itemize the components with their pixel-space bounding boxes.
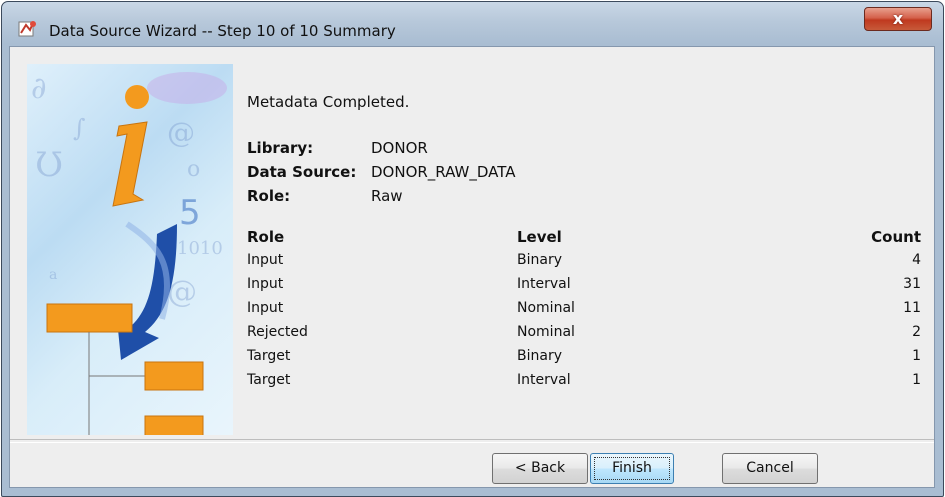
svg-text:∂: ∂: [31, 71, 47, 106]
cell-count: 4: [912, 252, 921, 268]
library-label: Library:: [247, 139, 314, 157]
cell-count: 31: [903, 276, 921, 292]
finish-button[interactable]: Finish: [590, 453, 674, 484]
svg-text:o: o: [187, 157, 200, 182]
role-value: Raw: [371, 187, 403, 205]
cell-count: 1: [912, 348, 921, 364]
cell-count: 11: [903, 300, 921, 316]
button-separator: [10, 439, 934, 443]
svg-text:a: a: [49, 267, 57, 283]
svg-text:∫: ∫: [73, 114, 86, 142]
window-title: Data Source Wizard -- Step 10 of 10 Summ…: [49, 22, 396, 40]
cell-role: Input: [247, 276, 284, 292]
app-icon: [18, 21, 36, 37]
svg-text:1010: 1010: [177, 238, 223, 259]
cell-role: Rejected: [247, 324, 308, 340]
cell-level: Nominal: [517, 300, 575, 316]
svg-text:5: 5: [179, 193, 201, 233]
cancel-button-label: Cancel: [746, 460, 794, 476]
library-value: DONOR: [371, 139, 428, 157]
cell-role: Input: [247, 300, 284, 316]
cell-level: Nominal: [517, 324, 575, 340]
cell-level: Interval: [517, 276, 571, 292]
info-graphic: ∂ ∫ @ Ʊ o 1010 @ a 5: [31, 71, 227, 435]
back-button-label: < Back: [514, 460, 566, 476]
cell-role: Target: [247, 372, 291, 388]
summary-heading: Metadata Completed.: [247, 93, 410, 111]
cell-role: Input: [247, 252, 284, 268]
wizard-body: ∂ ∫ @ Ʊ o 1010 @ a 5 Metadata Completed.…: [9, 46, 935, 488]
svg-text:@: @: [167, 116, 195, 149]
cell-role: Target: [247, 348, 291, 364]
wizard-window: Data Source Wizard -- Step 10 of 10 Summ…: [1, 1, 944, 497]
column-header-count: Count: [871, 228, 921, 246]
wizard-illustration: ∂ ∫ @ Ʊ o 1010 @ a 5: [27, 64, 233, 435]
close-icon: x: [892, 9, 904, 28]
column-header-level: Level: [517, 228, 562, 246]
role-label: Role:: [247, 187, 291, 205]
svg-text:Ʊ: Ʊ: [35, 145, 63, 185]
column-header-role: Role: [247, 228, 285, 246]
data-source-value: DONOR_RAW_DATA: [371, 163, 516, 181]
cell-level: Interval: [517, 372, 571, 388]
back-button[interactable]: < Back: [492, 453, 588, 484]
cell-level: Binary: [517, 348, 562, 364]
close-button[interactable]: x: [864, 7, 932, 31]
cancel-button[interactable]: Cancel: [722, 453, 818, 484]
focus-ring: [594, 457, 670, 480]
title-bar[interactable]: Data Source Wizard -- Step 10 of 10 Summ…: [2, 2, 943, 46]
cell-count: 2: [912, 324, 921, 340]
cell-level: Binary: [517, 252, 562, 268]
data-source-label: Data Source:: [247, 163, 357, 181]
cell-count: 1: [912, 372, 921, 388]
